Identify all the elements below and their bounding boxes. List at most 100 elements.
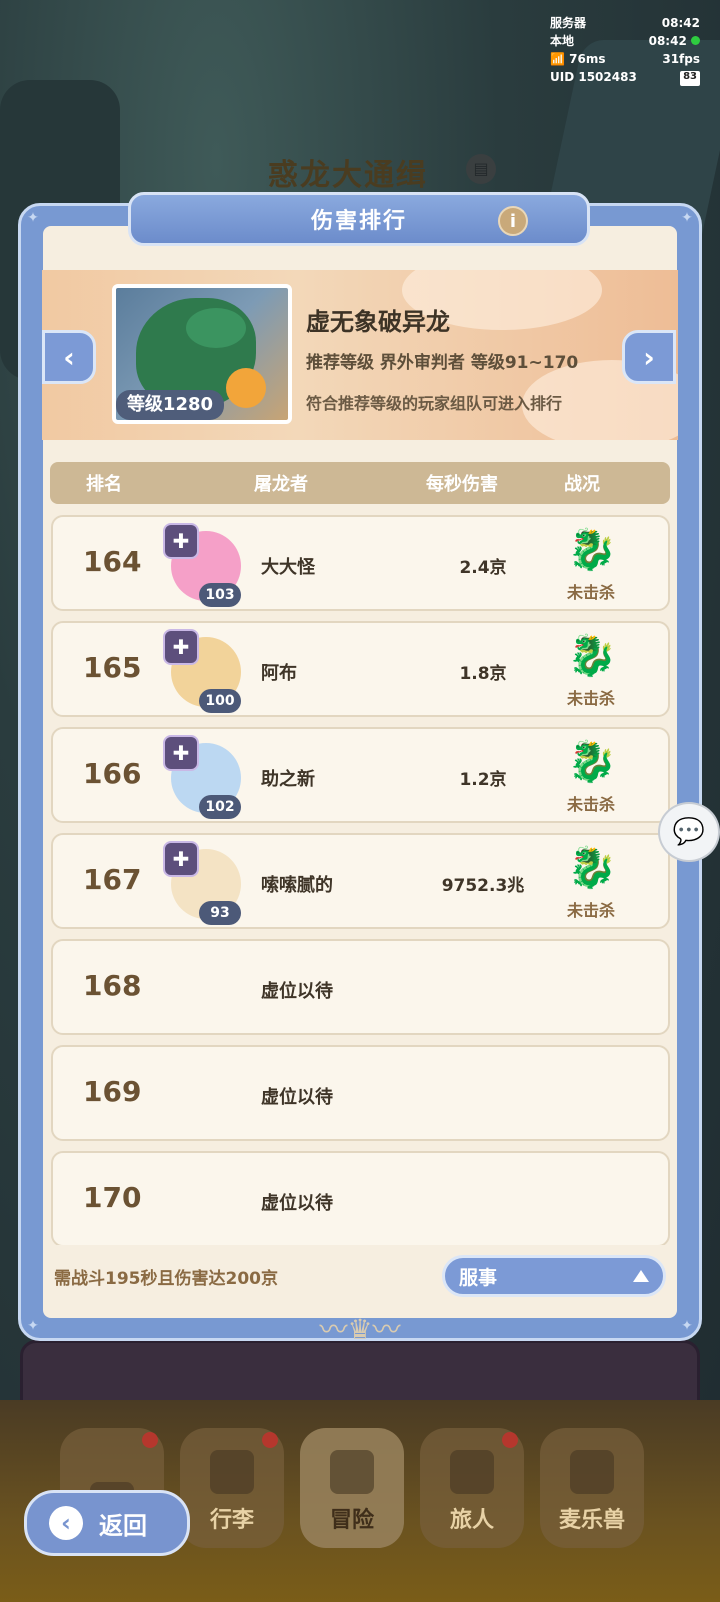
crossed-swords-icon — [330, 1450, 374, 1494]
guild-emblem-icon: ✚ — [163, 735, 199, 771]
boss-recommendation: 推荐等级 界外审判者 等级91~170 — [306, 353, 579, 373]
player-dps: 1.2京 — [459, 770, 507, 790]
tab-travelers[interactable]: 旅人 — [420, 1428, 524, 1548]
flame — [226, 368, 266, 408]
corner-ornament-icon: ✦ — [27, 210, 39, 226]
background-title: 惑龙大通缉 — [268, 158, 428, 193]
corner-ornament-icon: ✦ — [27, 1318, 39, 1334]
chat-bubble-button[interactable]: 💬 — [658, 802, 720, 862]
col-status: 战况 — [564, 474, 600, 495]
player-name: 阿布 — [261, 663, 297, 684]
ranking-requirement: 需战斗195秒且伤害达200京 — [54, 1269, 278, 1289]
fps: 31fps — [662, 52, 700, 66]
uid: UID 1502483 — [550, 70, 637, 84]
cat-ornament-icon: 〰♛〰 — [319, 1313, 401, 1346]
character-icon — [450, 1450, 494, 1494]
server-time: 08:42 — [661, 16, 700, 30]
local-label: 本地 — [550, 34, 575, 48]
dragon-head — [186, 308, 246, 348]
local-time: 08:42 — [649, 32, 700, 50]
battle-status: 未击杀 — [566, 901, 615, 920]
player-dps: 2.4京 — [459, 558, 507, 578]
guild-emblem-icon: ✚ — [163, 523, 199, 559]
table-row[interactable]: 164 ✚ 103 大大怪 2.4京 🐉 未击杀 — [51, 515, 670, 611]
tab-label: 旅人 — [449, 1508, 494, 1533]
table-row[interactable]: 167 ✚ 93 嗦嗦腻的 9752.3兆 🐉 未击杀 — [51, 833, 670, 929]
boss-note: 符合推荐等级的玩家组队可进入排行 — [306, 394, 563, 413]
col-player: 屠龙者 — [254, 474, 308, 495]
guild-emblem-icon: ✚ — [163, 629, 199, 665]
rank-number: 167 — [83, 863, 142, 896]
battle-status: 未击杀 — [566, 795, 615, 814]
table-header: 排名 屠龙者 每秒伤害 战况 — [50, 462, 670, 504]
corner-ornament-icon: ✦ — [681, 1318, 693, 1334]
player-level: 102 — [199, 795, 241, 819]
caret-up-icon — [633, 1270, 649, 1282]
server-select[interactable]: 服事 — [442, 1255, 666, 1297]
dragon-icon: 🐉 — [567, 527, 617, 573]
player-name: 助之新 — [261, 769, 315, 790]
player-name: 大大怪 — [261, 557, 315, 578]
server-select-label: 服事 — [459, 1266, 498, 1289]
boss-name: 虚无象破异龙 — [306, 308, 450, 336]
table-row[interactable]: 165 ✚ 100 阿布 1.8京 🐉 未击杀 — [51, 621, 670, 717]
table-row[interactable]: 166 ✚ 102 助之新 1.2京 🐉 未击杀 — [51, 727, 670, 823]
tab-label: 麦乐兽 — [558, 1508, 625, 1533]
player-name: 嗦嗦腻的 — [261, 875, 333, 896]
player-level: 100 — [199, 689, 241, 713]
online-dot — [691, 36, 700, 45]
notification-dot — [142, 1432, 158, 1448]
player-level: 93 — [199, 901, 241, 925]
status-overlay: 服务器 08:42 本地 08:42 📶 76ms 31fps UID 1502483… — [550, 14, 700, 86]
rank-number: 165 — [83, 651, 142, 684]
battery-icon: 83 — [680, 71, 700, 86]
back-button[interactable]: ‹ 返回 — [24, 1490, 190, 1556]
prev-boss-button[interactable]: ‹ — [42, 330, 96, 384]
col-rank: 排名 — [86, 474, 122, 495]
tab-luggage[interactable]: 行李 — [180, 1428, 284, 1548]
next-boss-button[interactable]: › — [622, 330, 676, 384]
rank-number: 166 — [83, 757, 142, 790]
tab-label: 行李 — [209, 1508, 254, 1533]
tab-pets[interactable]: 麦乐兽 — [540, 1428, 644, 1548]
rank-number: 169 — [83, 1075, 142, 1108]
cat-icon — [570, 1450, 614, 1494]
battle-status: 未击杀 — [566, 583, 615, 602]
boss-level-badge: 等级1280 — [116, 390, 224, 420]
vacant-slot: 虚位以待 — [261, 1087, 333, 1108]
player-avatar[interactable]: ✚ 93 — [163, 841, 249, 925]
server-label: 服务器 — [550, 16, 587, 30]
table-row: 169 虚位以待 — [51, 1045, 670, 1141]
dragon-icon: 🐉 — [567, 845, 617, 891]
dragon-icon: 🐉 — [567, 739, 617, 785]
player-dps: 9752.3兆 — [441, 876, 525, 896]
table-row: 168 虚位以待 — [51, 939, 670, 1035]
rank-number: 164 — [83, 545, 142, 578]
tab-adventure[interactable]: 冒险 — [300, 1428, 404, 1548]
battle-status: 未击杀 — [566, 689, 615, 708]
vacant-slot: 虚位以待 — [261, 1193, 333, 1214]
vacant-slot: 虚位以待 — [261, 981, 333, 1002]
table-row: 170 虚位以待 — [51, 1151, 670, 1245]
player-level: 103 — [199, 583, 241, 607]
back-arrow-icon: ‹ — [49, 1506, 83, 1540]
chest-icon — [210, 1450, 254, 1494]
ranking-list[interactable]: 164 ✚ 103 大大怪 2.4京 🐉 未击杀 165 ✚ 100 阿布 1.… — [51, 515, 670, 1245]
player-dps: 1.8京 — [459, 664, 507, 684]
info-button[interactable]: i — [498, 206, 528, 236]
player-avatar[interactable]: ✚ 102 — [163, 735, 249, 819]
player-avatar[interactable]: ✚ 103 — [163, 523, 249, 607]
guild-emblem-icon: ✚ — [163, 841, 199, 877]
back-label: 返回 — [99, 1511, 147, 1540]
player-avatar[interactable]: ✚ 100 — [163, 629, 249, 713]
tab-label: 冒险 — [329, 1508, 374, 1533]
col-dps: 每秒伤害 — [426, 474, 498, 495]
notification-dot — [502, 1432, 518, 1448]
rank-number: 170 — [83, 1181, 142, 1214]
rank-number: 168 — [83, 969, 142, 1002]
book-icon: ▤ — [466, 154, 496, 184]
dragon-icon: 🐉 — [567, 633, 617, 679]
notification-dot — [262, 1432, 278, 1448]
corner-ornament-icon: ✦ — [681, 210, 693, 226]
ping: 📶 76ms — [550, 52, 606, 66]
